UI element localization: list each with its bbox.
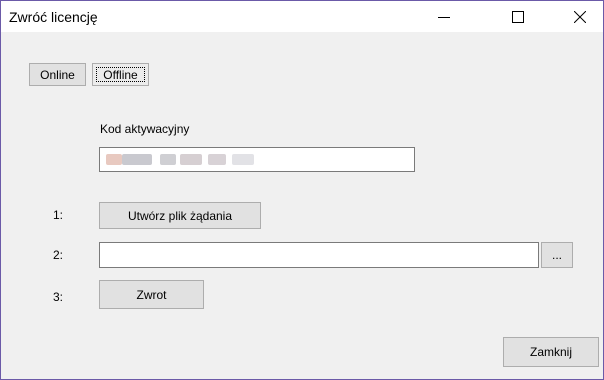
focus-rectangle	[96, 67, 145, 82]
step-3-label: 3:	[53, 290, 64, 304]
redacted-value	[232, 154, 254, 165]
minimize-button[interactable]	[421, 1, 467, 32]
redacted-value	[106, 154, 122, 165]
activation-code-input[interactable]	[99, 147, 415, 172]
maximize-button[interactable]	[495, 1, 541, 32]
window-title: Zwróć licencję	[9, 9, 98, 25]
title-bar[interactable]: Zwróć licencję	[1, 1, 603, 32]
tab-online[interactable]: Online	[29, 63, 86, 86]
return-license-dialog: Zwróć licencję Online Offline Kod aktywa…	[0, 0, 604, 380]
minimize-icon	[438, 16, 450, 18]
browse-label: ...	[551, 248, 562, 262]
close-button[interactable]	[557, 1, 603, 32]
step-2-label: 2:	[53, 248, 64, 262]
redacted-value	[208, 154, 226, 165]
redacted-value	[180, 154, 202, 165]
close-icon	[574, 10, 586, 23]
create-request-file-label: Utwórz plik żądania	[127, 208, 233, 223]
create-request-file-button[interactable]: Utwórz plik żądania	[99, 202, 261, 229]
close-dialog-label: Zamknij	[529, 345, 572, 359]
return-button-label: Zwrot	[136, 287, 167, 302]
redacted-value	[122, 154, 152, 165]
activation-code-label: Kod aktywacyjny	[100, 122, 190, 136]
tab-offline[interactable]: Offline	[92, 63, 149, 86]
redacted-value	[160, 154, 176, 165]
tab-online-label: Online	[40, 67, 75, 82]
return-button[interactable]: Zwrot	[99, 280, 204, 309]
file-path-input[interactable]	[99, 242, 539, 268]
step-1-label: 1:	[53, 208, 64, 222]
close-dialog-button[interactable]: Zamknij	[503, 337, 599, 367]
browse-button[interactable]: ...	[541, 242, 573, 268]
maximize-icon	[512, 10, 524, 23]
